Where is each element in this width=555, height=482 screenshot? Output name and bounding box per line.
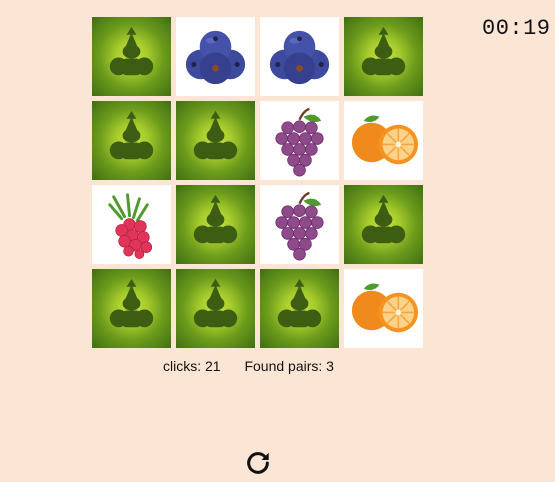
found-pairs-counter: Found pairs: 3: [244, 358, 334, 374]
card-facedown[interactable]: [92, 101, 171, 180]
card-facedown[interactable]: [176, 269, 255, 348]
fruit-silhouette-icon: [361, 194, 406, 244]
fruit-silhouette-icon: [193, 278, 238, 328]
card-grid: [92, 17, 424, 348]
refresh-icon: [247, 452, 269, 474]
card-facedown[interactable]: [344, 17, 423, 96]
fruit-silhouette-icon: [277, 278, 322, 328]
card-grapes[interactable]: [260, 101, 339, 180]
card-orange[interactable]: [344, 269, 423, 348]
card-orange[interactable]: [344, 101, 423, 180]
stats-bar: clicks: 21 Found pairs: 3: [163, 358, 334, 374]
fruit-silhouette-icon: [193, 194, 238, 244]
orange-icon: [351, 283, 419, 333]
fruit-silhouette-icon: [193, 110, 238, 160]
timer: 00:19: [482, 16, 551, 41]
card-facedown[interactable]: [176, 185, 255, 264]
restart-button[interactable]: [244, 449, 272, 477]
card-blueberry[interactable]: [176, 17, 255, 96]
blueberry-icon: [269, 30, 330, 85]
fruit-silhouette-icon: [109, 278, 154, 328]
card-blueberry[interactable]: [260, 17, 339, 96]
clicks-counter: clicks: 21: [163, 358, 221, 374]
card-facedown[interactable]: [344, 185, 423, 264]
card-facedown[interactable]: [176, 101, 255, 180]
orange-icon: [351, 115, 419, 165]
card-facedown[interactable]: [260, 269, 339, 348]
card-facedown[interactable]: [92, 17, 171, 96]
fruit-silhouette-icon: [109, 110, 154, 160]
raspberry-icon: [108, 193, 153, 259]
card-grapes[interactable]: [260, 185, 339, 264]
card-facedown[interactable]: [92, 269, 171, 348]
memory-game: 00:19 clicks: 21 Found pairs: 3: [0, 0, 555, 482]
grapes-icon: [275, 191, 324, 261]
fruit-silhouette-icon: [361, 26, 406, 76]
card-raspberry[interactable]: [92, 185, 171, 264]
grapes-icon: [275, 107, 324, 177]
fruit-silhouette-icon: [109, 26, 154, 76]
blueberry-icon: [185, 30, 246, 85]
